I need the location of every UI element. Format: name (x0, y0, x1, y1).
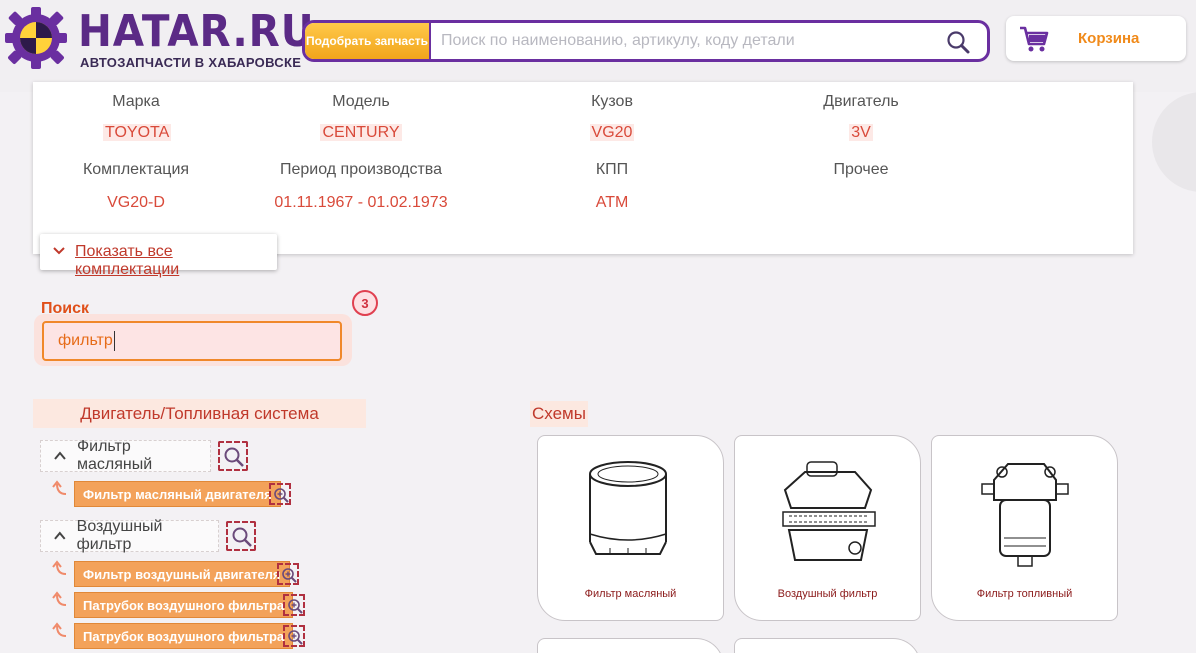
scheme-card-partial[interactable] (734, 638, 921, 653)
value-transmission: ATM (595, 194, 629, 211)
pick-part-button[interactable]: Подобрать запчасть (305, 23, 431, 59)
category-name: Воздушный фильтр (76, 518, 163, 553)
scheme-card-partial[interactable] (537, 638, 724, 653)
section-title-engine-fuel[interactable]: Двигатель/Топливная система (33, 399, 366, 428)
label-transmission: КПП (595, 161, 629, 178)
show-all-trims-button[interactable]: Показать все комплектации (40, 234, 277, 278)
value-body[interactable]: VG20 (589, 124, 635, 141)
schemes-title: Схемы (530, 401, 588, 427)
vehicle-info-card: Марка Модель Кузов Двигатель TOYOTA CENT… (33, 82, 1133, 254)
category-oil-filter[interactable]: Фильтр масляный (40, 438, 211, 473)
label-trim: Комплектация (82, 161, 190, 178)
branch-arrow-icon (52, 480, 67, 495)
category-zoom-icon[interactable] (226, 521, 256, 551)
category-air-filter[interactable]: Воздушный фильтр (40, 518, 219, 553)
scheme-card-air-filter[interactable]: Воздушный фильтр (734, 435, 921, 621)
cart-button[interactable]: Корзина (1006, 16, 1186, 61)
branch-arrow-icon (52, 622, 67, 637)
site-header: HATAR.RU АВТОЗАПЧАСТИ В ХАБАРОВСКЕ Подоб… (0, 0, 1196, 92)
brand-name[interactable]: HATAR.RU (78, 10, 315, 54)
decorative-gear-icon (1152, 92, 1196, 192)
part-air-filter-hose[interactable]: Патрубок воздушного фильтра (74, 592, 294, 618)
scheme-caption: Фильтр топливный (976, 588, 1073, 600)
scheme-card-oil-filter[interactable]: Фильтр масляный (537, 435, 724, 621)
label-model: Модель (332, 93, 390, 110)
cart-label: Корзина (1078, 30, 1140, 47)
label-other: Прочее (833, 161, 889, 178)
label-body: Кузов (591, 93, 633, 110)
part-air-filter-hose[interactable]: Патрубок воздушного фильтра (74, 623, 294, 649)
chevron-up-icon (54, 451, 66, 460)
chevron-down-icon (53, 247, 65, 255)
part-oil-filter-engine[interactable]: Фильтр масляный двигателя (74, 481, 281, 507)
logo-gear-icon[interactable] (2, 5, 70, 71)
part-air-filter-engine[interactable]: Фильтр воздушный двигателя (74, 561, 290, 587)
search-input[interactable] (441, 29, 921, 53)
search-bar: Подобрать запчасть (302, 20, 990, 62)
search-icon[interactable] (945, 29, 971, 55)
brand-tagline: АВТОЗАПЧАСТИ В ХАБАРОВСКЕ (80, 55, 302, 70)
category-name: Фильтр масляный (76, 438, 153, 473)
zoom-in-icon[interactable] (283, 625, 305, 647)
oil-filter-diagram-icon (589, 461, 667, 555)
category-zoom-icon[interactable] (218, 441, 248, 471)
show-all-trims-label: Показать все комплектации (75, 243, 180, 278)
value-engine[interactable]: 3V (849, 124, 873, 141)
zoom-in-icon[interactable] (277, 563, 299, 585)
filter-input-value: фильтр (58, 332, 113, 349)
chevron-up-icon (54, 531, 66, 540)
air-filter-diagram-icon (782, 461, 876, 561)
value-trim: VG20-D (107, 194, 165, 211)
label-engine: Двигатель (823, 93, 899, 110)
cart-icon (1020, 26, 1049, 52)
zoom-in-icon[interactable] (283, 594, 305, 616)
text-cursor (113, 331, 115, 351)
filter-input[interactable]: фильтр (42, 321, 342, 361)
branch-arrow-icon (52, 591, 67, 606)
label-make: Марка (112, 93, 160, 110)
scheme-caption: Воздушный фильтр (777, 588, 878, 600)
value-period: 01.11.1967 - 01.02.1973 (274, 194, 448, 211)
scheme-caption: Фильтр масляный (584, 588, 677, 600)
zoom-in-icon[interactable] (269, 483, 291, 505)
value-make[interactable]: TOYOTA (103, 124, 172, 141)
result-count-badge: 3 (352, 290, 378, 316)
scheme-card-fuel-filter[interactable]: Фильтр топливный (931, 435, 1118, 621)
branch-arrow-icon (52, 560, 67, 575)
value-model[interactable]: CENTURY (320, 124, 402, 141)
label-period: Период производства (279, 161, 443, 178)
fuel-filter-diagram-icon (981, 463, 1069, 567)
